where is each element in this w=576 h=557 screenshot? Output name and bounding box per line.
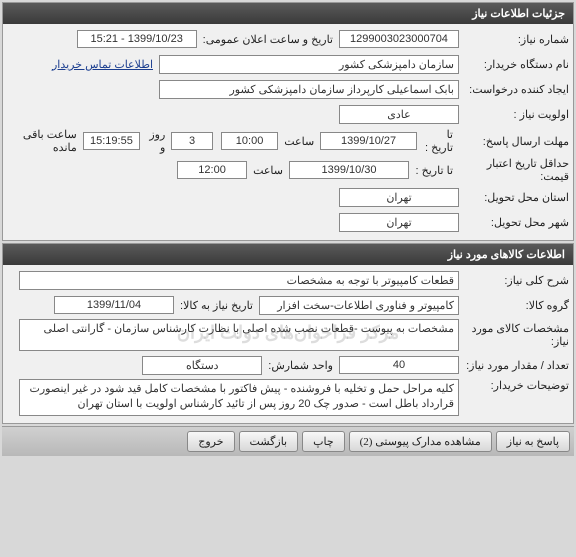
row-city: شهر محل تحویل: تهران (7, 211, 569, 233)
province-label: استان محل تحویل: (459, 191, 569, 204)
row-requester: ایجاد کننده درخواست: بابک اسماعیلی کارپر… (7, 78, 569, 100)
row-deadline: مهلت ارسال پاسخ: تا تاریخ : 1399/10/27 س… (7, 128, 569, 154)
need-details-panel: جزئیات اطلاعات نیاز شماره نیاز: 12990030… (2, 2, 574, 241)
buyer-field: سازمان دامپزشکی کشور (159, 55, 459, 74)
deadline-time-field: 10:00 (221, 132, 278, 150)
need-number-label: شماره نیاز: (459, 33, 569, 46)
remain-label: ساعت باقی مانده (7, 128, 83, 154)
panel2-header: اطلاعات کالاهای مورد نیاز (3, 244, 573, 265)
priority-field: عادی (339, 105, 459, 124)
days-field: 3 (171, 132, 213, 150)
deadline-label: مهلت ارسال پاسخ: (459, 135, 569, 148)
desc-label: شرح کلی نیاز: (459, 274, 569, 287)
validity-time-field: 12:00 (177, 161, 247, 179)
row-buyer-notes: توضیحات خریدار: کلیه مراحل حمل و تخلیه ب… (7, 379, 569, 416)
until-label: تا تاریخ : (417, 128, 459, 154)
attachments-button[interactable]: مشاهده مدارک پیوستی (2) (349, 431, 492, 452)
buyer-notes-label: توضیحات خریدار: (459, 379, 569, 392)
validity-label: حداقل تاریخ اعتبار قیمت: (459, 157, 569, 183)
province-field: تهران (339, 188, 459, 207)
city-field: تهران (339, 213, 459, 232)
row-spec: مشخصات کالای مورد نیاز: مشخصات به پیوست … (7, 319, 569, 351)
priority-label: اولویت نیاز : (459, 108, 569, 121)
panel1-body: شماره نیاز: 1299003023000704 تاریخ و ساع… (3, 24, 573, 240)
days-label: روز و (140, 128, 171, 154)
countdown-field: 15:19:55 (83, 132, 140, 150)
spec-label: مشخصات کالای مورد نیاز: (459, 322, 569, 348)
reply-button[interactable]: پاسخ به نیاز (496, 431, 570, 452)
row-desc: شرح کلی نیاز: قطعات کامپیوتر با توجه به … (7, 269, 569, 291)
row-validity: حداقل تاریخ اعتبار قیمت: تا تاریخ : 1399… (7, 157, 569, 183)
row-qty: تعداد / مقدار مورد نیاز: 40 واحد شمارش: … (7, 354, 569, 376)
group-label: گروه کالا: (459, 299, 569, 312)
row-priority: اولویت نیاز : عادی (7, 103, 569, 125)
back-button[interactable]: بازگشت (239, 431, 299, 452)
panel1-header: جزئیات اطلاعات نیاز (3, 3, 573, 24)
exit-button[interactable]: خروج (187, 431, 234, 452)
time-label-1: ساعت (278, 135, 320, 148)
validity-date-field: 1399/10/30 (289, 161, 409, 179)
need-date-field: 1399/11/04 (54, 296, 174, 314)
requester-field: بابک اسماعیلی کارپرداز سازمان دامپزشکی ک… (159, 80, 459, 99)
announce-label: تاریخ و ساعت اعلان عمومی: (197, 33, 339, 46)
row-buyer: نام دستگاه خریدار: سازمان دامپزشکی کشور … (7, 53, 569, 75)
deadline-date-field: 1399/10/27 (320, 132, 417, 150)
need-date-label: تاریخ نیاز به کالا: (174, 299, 259, 312)
buyer-notes-field: کلیه مراحل حمل و تخلیه با فروشنده - پیش … (19, 379, 459, 416)
desc-field: قطعات کامپیوتر با توجه به مشخصات (19, 271, 459, 290)
goods-info-panel: اطلاعات کالاهای مورد نیاز مرکز فراخوان‌ه… (2, 243, 574, 424)
group-field: کامپیوتر و فناوری اطلاعات-سخت افزار (259, 296, 459, 315)
row-need-number: شماره نیاز: 1299003023000704 تاریخ و ساع… (7, 28, 569, 50)
spec-field: مشخصات به پیوست -قطعات نصب شده اصلی با ن… (19, 319, 459, 351)
announce-field: 1399/10/23 - 15:21 (77, 30, 197, 48)
unit-field: دستگاه (142, 356, 262, 375)
need-number-field: 1299003023000704 (339, 30, 459, 48)
buyer-label: نام دستگاه خریدار: (459, 58, 569, 71)
qty-label: تعداد / مقدار مورد نیاز: (459, 359, 569, 372)
panel2-body: مرکز فراخوان‌های دولت ایران شرح کلی نیاز… (3, 265, 573, 423)
button-bar: پاسخ به نیاز مشاهده مدارک پیوستی (2) چاپ… (2, 426, 574, 456)
city-label: شهر محل تحویل: (459, 216, 569, 229)
unit-label: واحد شمارش: (262, 359, 339, 372)
row-group: گروه کالا: کامپیوتر و فناوری اطلاعات-سخت… (7, 294, 569, 316)
time-label-2: ساعت (247, 164, 289, 177)
print-button[interactable]: چاپ (302, 431, 345, 452)
qty-field: 40 (339, 356, 459, 374)
until-label-2: تا تاریخ : (409, 164, 459, 177)
requester-label: ایجاد کننده درخواست: (459, 83, 569, 96)
row-province: استان محل تحویل: تهران (7, 186, 569, 208)
contact-link[interactable]: اطلاعات تماس خریدار (52, 58, 159, 71)
